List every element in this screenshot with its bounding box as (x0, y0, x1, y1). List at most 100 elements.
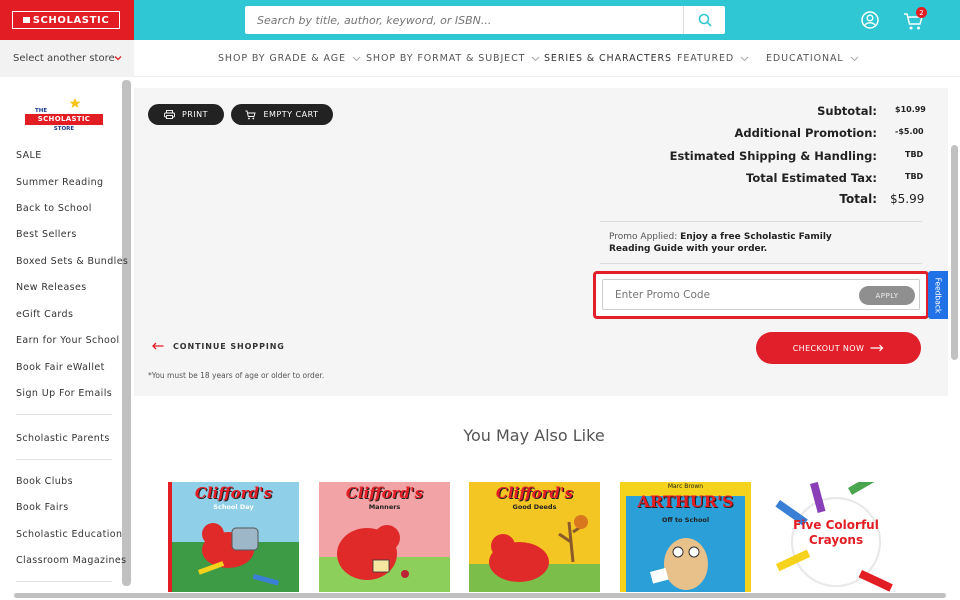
book-title: ARTHUR'S (637, 492, 734, 511)
checkout-now-button[interactable]: CHECKOUT NOW (756, 332, 921, 364)
promo-code-highlight: APPLY (593, 271, 929, 319)
sidebar-item-book-fair-ewallet[interactable]: Book Fair eWallet (16, 362, 105, 373)
tax-label: Total Estimated Tax: (746, 171, 877, 185)
subtotal-value: $10.99 (895, 105, 926, 114)
sidebar-item-back-to-school[interactable]: Back to School (16, 203, 92, 214)
print-button[interactable]: PRINT (148, 104, 224, 125)
summary-divider (600, 221, 922, 222)
recommendations-title: You May Also Like (463, 426, 605, 445)
nav-label: SERIES & CHARACTERS (544, 53, 672, 64)
brand-logo-text: SCHOLASTIC (12, 11, 120, 29)
brand-name: SCHOLASTIC (32, 14, 110, 26)
nav-series-characters[interactable]: SERIES & CHARACTERS (544, 40, 672, 77)
book-title: Clifford's (495, 484, 574, 502)
book-card[interactable]: Clifford's Good Deeds (469, 482, 600, 592)
chevron-down-icon (352, 56, 361, 61)
age-requirement-note: *You must be 18 years of age or older to… (148, 371, 325, 380)
search-bar (245, 6, 725, 34)
scholastic-store-logo[interactable]: THE SCHOLASTIC STORE (25, 98, 103, 134)
sidebar-item-sign-up-emails[interactable]: Sign Up For Emails (16, 388, 112, 399)
sidebar-item-book-fairs[interactable]: Book Fairs (16, 502, 69, 513)
total-label: Total: (839, 192, 877, 206)
sidebar-item-summer-reading[interactable]: Summer Reading (16, 177, 104, 188)
arrow-right-icon (870, 344, 884, 352)
book-card[interactable]: Clifford's Manners (319, 482, 450, 592)
promo-applied-prefix: Promo Applied: (609, 232, 678, 242)
sidebar-item-new-releases[interactable]: New Releases (16, 282, 87, 293)
nav-label: SHOP BY GRADE & AGE (218, 53, 346, 64)
search-input[interactable] (245, 6, 683, 34)
subtotal-label: Subtotal: (817, 104, 877, 118)
total-value: $5.99 (890, 192, 925, 206)
sidebar-divider (16, 459, 112, 460)
cart-count-badge: 2 (916, 7, 927, 18)
sidebar-item-sale[interactable]: SALE (16, 150, 42, 161)
nav-educational[interactable]: EDUCATIONAL (766, 40, 859, 77)
book-subtitle: Off to School (661, 516, 710, 524)
print-label: PRINT (181, 110, 209, 119)
account-icon[interactable] (861, 11, 879, 29)
additional-promotion-label: Additional Promotion: (734, 126, 877, 140)
promo-code-input[interactable] (603, 280, 853, 309)
sidebar-item-boxed-sets[interactable]: Boxed Sets & Bundles (16, 256, 128, 267)
store-logo-store: STORE (53, 126, 75, 132)
page-scrollbar[interactable] (951, 145, 958, 360)
book-title: Clifford's (345, 484, 424, 502)
nav-label: FEATURED (677, 53, 735, 64)
sidebar-item-egift-cards[interactable]: eGift Cards (16, 309, 73, 320)
store-logo-scholastic: SCHOLASTIC (37, 115, 91, 123)
arrow-left-icon (152, 342, 164, 350)
sidebar-item-classroom-magazines[interactable]: Classroom Magazines (16, 555, 127, 566)
shipping-value: TBD (905, 150, 924, 159)
promo-code-field: APPLY (602, 279, 920, 310)
tax-value: TBD (905, 172, 924, 181)
search-button[interactable] (683, 6, 725, 34)
store-select-dropdown[interactable]: Select another store (0, 40, 134, 77)
nav-label: EDUCATIONAL (766, 53, 844, 64)
empty-cart-button[interactable]: EMPTY CART (231, 104, 333, 125)
empty-cart-label: EMPTY CART (263, 110, 319, 119)
additional-promotion-value: -$5.00 (895, 127, 924, 136)
sidebar-item-best-sellers[interactable]: Best Sellers (16, 229, 77, 240)
book-subtitle: School Day (213, 503, 254, 511)
sidebar-item-earn-for-school[interactable]: Earn for Your School (16, 335, 120, 346)
horizontal-scrollbar[interactable] (14, 593, 946, 598)
book-card[interactable]: Clifford's School Day (168, 482, 299, 592)
feedback-label: Feedback (933, 277, 943, 313)
chevron-down-icon (531, 56, 540, 61)
book-card[interactable]: Marc Brown ARTHUR'S Off to School (620, 482, 751, 592)
feedback-tab[interactable]: Feedback (928, 271, 948, 319)
cart-icon (245, 110, 257, 119)
sidebar-item-book-clubs[interactable]: Book Clubs (16, 476, 73, 487)
apply-promo-button[interactable]: APPLY (859, 286, 915, 305)
continue-shopping-link[interactable]: CONTINUE SHOPPING (152, 339, 285, 353)
book-subtitle: Good Deeds (512, 503, 557, 511)
book-title: Five Colorful Crayons (793, 518, 879, 547)
promo-applied-note: Promo Applied: Enjoy a free Scholastic F… (609, 231, 839, 255)
book-icon (22, 17, 30, 23)
nav-shop-by-grade[interactable]: SHOP BY GRADE & AGE (218, 40, 361, 77)
book-author: Marc Brown (667, 483, 704, 490)
sidebar-divider (16, 414, 112, 415)
shipping-label: Estimated Shipping & Handling: (669, 149, 877, 163)
sidebar-item-scholastic-parents[interactable]: Scholastic Parents (16, 433, 110, 444)
chevron-down-icon (114, 56, 122, 61)
search-icon (698, 13, 712, 27)
store-logo-the: THE (35, 108, 48, 114)
sidebar-item-scholastic-education[interactable]: Scholastic Education (16, 529, 122, 540)
printer-icon (163, 110, 175, 119)
sidebar-scrollbar[interactable] (122, 80, 131, 586)
book-title: Clifford's (194, 484, 273, 502)
brand-logo[interactable]: SCHOLASTIC (0, 0, 134, 40)
nav-label: SHOP BY FORMAT & SUBJECT (366, 53, 526, 64)
sidebar-divider (16, 581, 112, 582)
chevron-down-icon (740, 56, 749, 61)
checkout-label: CHECKOUT NOW (792, 343, 865, 353)
store-select-label: Select another store (13, 53, 115, 64)
continue-shopping-label: CONTINUE SHOPPING (173, 341, 285, 351)
book-subtitle: Manners (368, 503, 401, 511)
promo-divider (600, 263, 922, 264)
book-card[interactable]: Five Colorful Crayons (770, 482, 901, 592)
nav-featured[interactable]: FEATURED (677, 40, 749, 77)
nav-shop-by-format[interactable]: SHOP BY FORMAT & SUBJECT (366, 40, 540, 77)
